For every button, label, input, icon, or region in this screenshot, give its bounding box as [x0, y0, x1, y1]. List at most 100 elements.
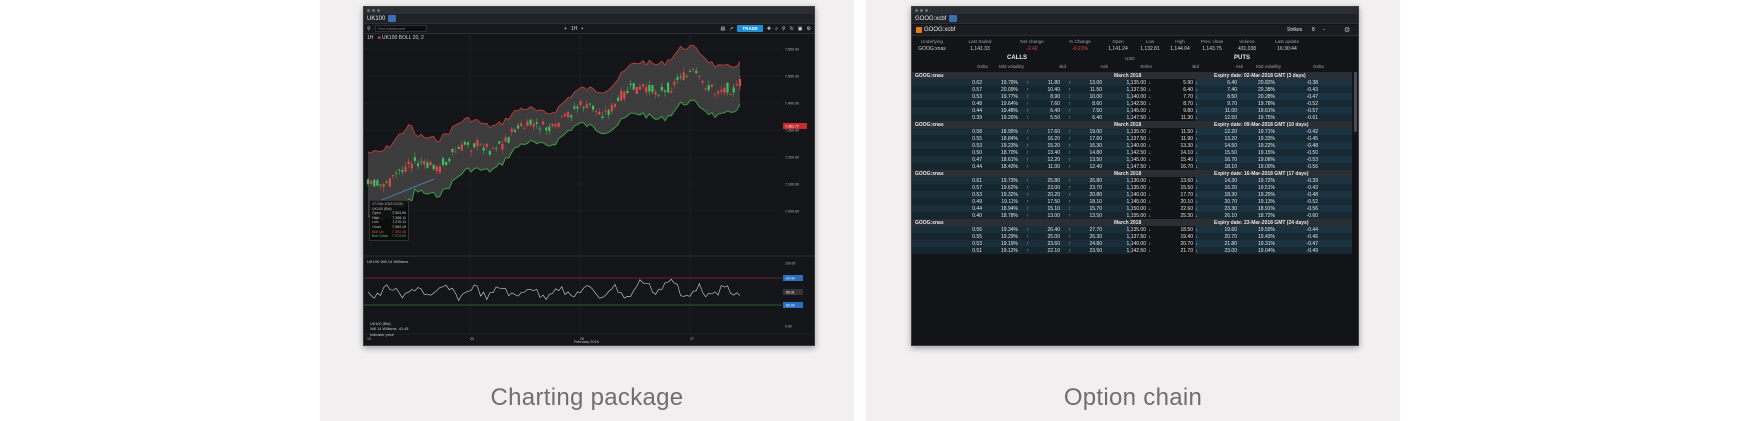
calls-label: CALLS: [1007, 55, 1027, 61]
osc-tag-value: -56.31: [785, 291, 795, 295]
table-row[interactable]: 0.56 19.34% 26.40 27.70 1,135.00 18.50 19.60 19…: [912, 226, 1352, 233]
table-row[interactable]: 0.44 18.43% 11.00 12.40 1,147.50 16.70 18.10 19…: [912, 163, 1352, 170]
window-maximize-dot[interactable]: [377, 9, 380, 12]
gear-icon[interactable]: ⚙: [1344, 26, 1350, 34]
candle-body: [379, 184, 382, 186]
table-row[interactable]: 0.48 19.64% 7.60 8.60 1,142.50 8.70 9.70 19.78%…: [912, 100, 1352, 107]
candle-body: [466, 142, 470, 145]
table-row[interactable]: 0.53 19.77% 8.90 10.00 1,140.00 7.70 8.50 20.28…: [912, 93, 1352, 100]
window-close-dot[interactable]: [915, 9, 918, 12]
candle-body: [423, 161, 426, 165]
candle-body: [391, 175, 395, 177]
candle-body: [713, 93, 717, 95]
table-row[interactable]: 0.53 19.32% 20.20 20.80 1,140.00 17.70 18.30 19…: [912, 191, 1352, 198]
search-icon[interactable]: ⚲: [367, 26, 371, 32]
add-indicator-icon[interactable]: +: [564, 26, 567, 32]
charting-window: UK100 ⚲ Find instrument + 1H ▪ ▤ ↗ TRADE…: [363, 6, 815, 346]
candle-body: [710, 84, 713, 87]
ohlc-row: Boll Down 7,274.92: [372, 234, 406, 239]
candle-body: [676, 77, 679, 80]
add-tab-button[interactable]: [388, 15, 397, 22]
option-chain-header: GOOG:xcbf Strikes 8 ⌄ ⚙: [912, 25, 1358, 36]
candle-body: [445, 161, 448, 166]
option-chain-window: GOOG:xcbf GOOG:xcbf Strikes 8 ⌄ ⚙ Underl…: [911, 6, 1359, 346]
tab-uk100[interactable]: UK100: [367, 16, 385, 22]
candle-body: [420, 161, 423, 163]
table-row[interactable]: 0.53 19.19% 23.60 24.80 1,140.00 20.70 21.80 19…: [912, 240, 1352, 247]
instrument-icon: [916, 27, 922, 33]
table-row[interactable]: 0.44 19.48% 6.40 7.50 1,145.00 9.80 11.00 19.61…: [912, 107, 1352, 114]
table-row[interactable]: 0.57 20.09% 10.40 11.50 1,137.50 6.40 7.40 20.3…: [912, 86, 1352, 93]
chart-toolbar: ⚲ Find instrument + 1H ▪ ▤ ↗ TRADE ✚ ⌕ ⚲…: [364, 24, 814, 34]
arrow-up-icon: ↑: [1026, 248, 1030, 254]
camera-icon[interactable]: ▣: [798, 26, 803, 32]
x-axis-caption: February 2016: [574, 340, 599, 344]
option-chain-panel: GOOG:xcbf GOOG:xcbf Strikes 8 ⌄ ⚙ Underl…: [866, 0, 1400, 421]
candle-body: [470, 151, 473, 152]
summary-key: Underlying: [921, 39, 943, 44]
table-row[interactable]: 0.47 18.61% 12.20 13.50 1,145.00 15.40 16.70 19…: [912, 156, 1352, 163]
refresh-icon[interactable]: ↻: [790, 26, 794, 32]
candle-body: [732, 87, 735, 93]
chevron-down-icon[interactable]: ⌄: [1322, 26, 1326, 32]
table-row[interactable]: 0.40 18.78% 13.00 13.50 1,155.00 25.30 26.10 18…: [912, 212, 1352, 219]
zoom-icon[interactable]: ⌕: [775, 26, 778, 32]
candle-body: [516, 125, 520, 129]
window-minimize-dot[interactable]: [372, 9, 375, 12]
summary-key: Prev. close: [1200, 39, 1224, 44]
table-row[interactable]: 0.53 19.23% 15.20 16.30 1,140.00 13.30 14.50 19…: [912, 142, 1352, 149]
summary-value: 1,143.75: [1202, 46, 1222, 52]
price-axis-label: 7,300.00: [785, 129, 799, 133]
candle-body: [607, 110, 610, 115]
chart-area[interactable]: 7,600.00 7,500.00 7,400.00 7,300.00 7,200.00…: [364, 34, 814, 346]
expiry-group-row: GOOG:xnas March 2018 Expiry date: 23-Mar-2…: [912, 219, 1352, 226]
table-row[interactable]: 0.58 18.95% 17.60 19.00 1,135.00 11.50 12.20 19…: [912, 128, 1352, 135]
puts-label: PUTS: [1234, 55, 1251, 61]
timeframe-button[interactable]: 1H: [571, 26, 577, 32]
draw-icon[interactable]: ↗: [729, 26, 733, 32]
candle-body: [641, 84, 645, 87]
expiry-group-row: GOOG:xnas March 2018 Expiry date: 16-Mar-2…: [912, 170, 1352, 177]
tab-bar: UK100: [364, 14, 814, 24]
candle-body: [395, 172, 398, 174]
table-row[interactable]: 0.50 18.70% 13.40 14.80 1,142.50 14.10 15.50 19…: [912, 149, 1352, 156]
gear-icon[interactable]: ⚙: [807, 26, 811, 32]
summary-key: % Change: [1069, 39, 1091, 44]
magnify-icon[interactable]: ⚲: [782, 26, 786, 32]
candle-body: [570, 115, 573, 118]
window-close-dot[interactable]: [367, 9, 370, 12]
table-row[interactable]: 0.51 19.12% 22.10 23.50 1,142.50 21.70 23.00 19…: [912, 247, 1352, 254]
tab-goog[interactable]: GOOG:xcbf: [915, 16, 946, 22]
uk-flag-icon: ■: [377, 35, 381, 41]
add-tab-button[interactable]: [949, 15, 958, 22]
summary-value: -0.21%: [1072, 46, 1088, 52]
table-row[interactable]: 0.55 19.29% 25.00 26.30 1,137.50 19.40 20.70 19…: [912, 233, 1352, 240]
window-maximize-dot[interactable]: [925, 9, 928, 12]
price-chart[interactable]: 7,600.00 7,500.00 7,400.00 7,300.00 7,200.00…: [364, 34, 814, 346]
table-row[interactable]: 0.49 19.11% 17.50 18.10 1,145.00 20.10 20.70 19…: [912, 198, 1352, 205]
table-row[interactable]: 0.39 19.26% 5.50 6.40 1,147.50 11.30 12.50 19.7…: [912, 114, 1352, 121]
window-minimize-dot[interactable]: [920, 9, 923, 12]
caption-charting: Charting package: [490, 384, 684, 411]
charting-panel: UK100 ⚲ Find instrument + 1H ▪ ▤ ↗ TRADE…: [320, 0, 854, 421]
layout-icon[interactable]: ▤: [720, 26, 725, 32]
candle-body: [438, 166, 441, 173]
candle-body: [613, 103, 617, 107]
scrollbar-thumb[interactable]: [1354, 72, 1357, 132]
table-row[interactable]: 0.44 18.94% 15.10 15.70 1,150.00 22.60 23.30 18…: [912, 205, 1352, 212]
table-row[interactable]: 0.62 19.79% 11.80 13.00 1,135.00 5.90 6.40 20.8…: [912, 79, 1352, 86]
table-row[interactable]: 0.57 19.62% 23.00 23.70 1,135.00 15.50 16.20 19…: [912, 184, 1352, 191]
table-row[interactable]: 0.61 19.73% 25.80 26.80 1,130.00 13.60 14.30 19…: [912, 177, 1352, 184]
column-header: Bid: [1192, 64, 1199, 69]
candle-body: [588, 103, 592, 105]
price-axis-label: 7,500.00: [785, 75, 799, 79]
crosshair-icon[interactable]: ✚: [767, 26, 771, 32]
table-row[interactable]: 0.55 18.84% 16.20 17.60 1,137.50 11.90 13.20 19…: [912, 135, 1352, 142]
candle-body: [485, 143, 488, 147]
chart-type-icon[interactable]: ▪: [581, 26, 583, 32]
trade-button[interactable]: TRADE: [737, 25, 763, 32]
search-input[interactable]: Find instrument: [374, 25, 427, 32]
strikes-select[interactable]: 8: [1312, 27, 1315, 33]
candle-body: [695, 70, 698, 74]
candle-body: [685, 76, 688, 78]
